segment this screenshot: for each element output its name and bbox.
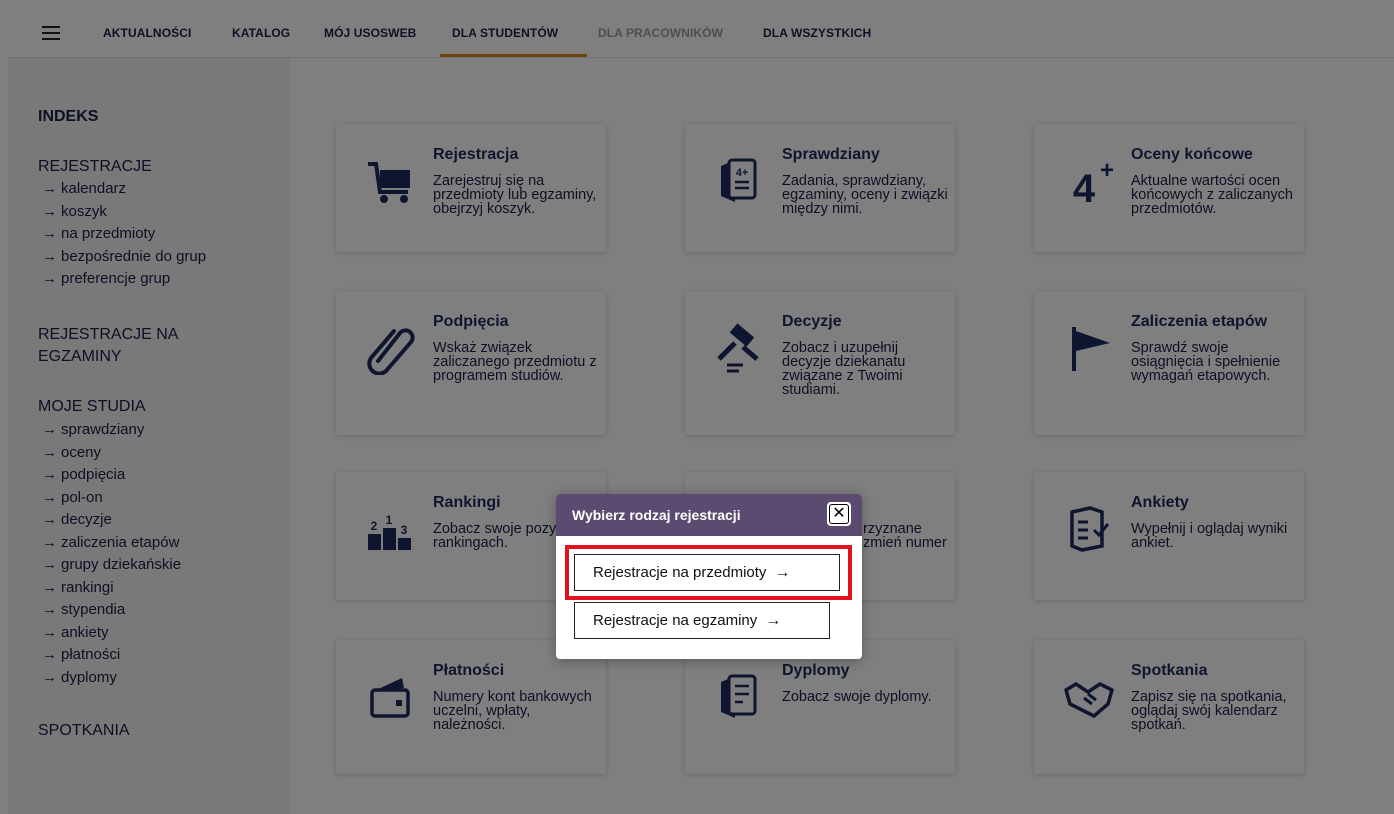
rejestracje-na-przedmioty-button[interactable]: Rejestracje na przedmioty →	[574, 554, 840, 591]
dialog-title: Wybierz rodzaj rejestracji	[572, 507, 741, 523]
close-icon: ✕	[829, 504, 849, 524]
arrow-right-icon: →	[765, 611, 782, 629]
button-label: Rejestracje na egzaminy	[593, 612, 758, 629]
rejestracje-na-egzaminy-button[interactable]: Rejestracje na egzaminy →	[574, 602, 830, 639]
close-button[interactable]: ✕	[827, 502, 851, 526]
arrow-right-icon: →	[774, 563, 791, 581]
modal-backdrop[interactable]	[0, 0, 1394, 814]
button-label: Rejestracje na przedmioty	[593, 564, 767, 581]
registration-type-dialog: Wybierz rodzaj rejestracji ✕ Rejestracje…	[556, 494, 862, 659]
dialog-header: Wybierz rodzaj rejestracji ✕	[556, 494, 862, 536]
